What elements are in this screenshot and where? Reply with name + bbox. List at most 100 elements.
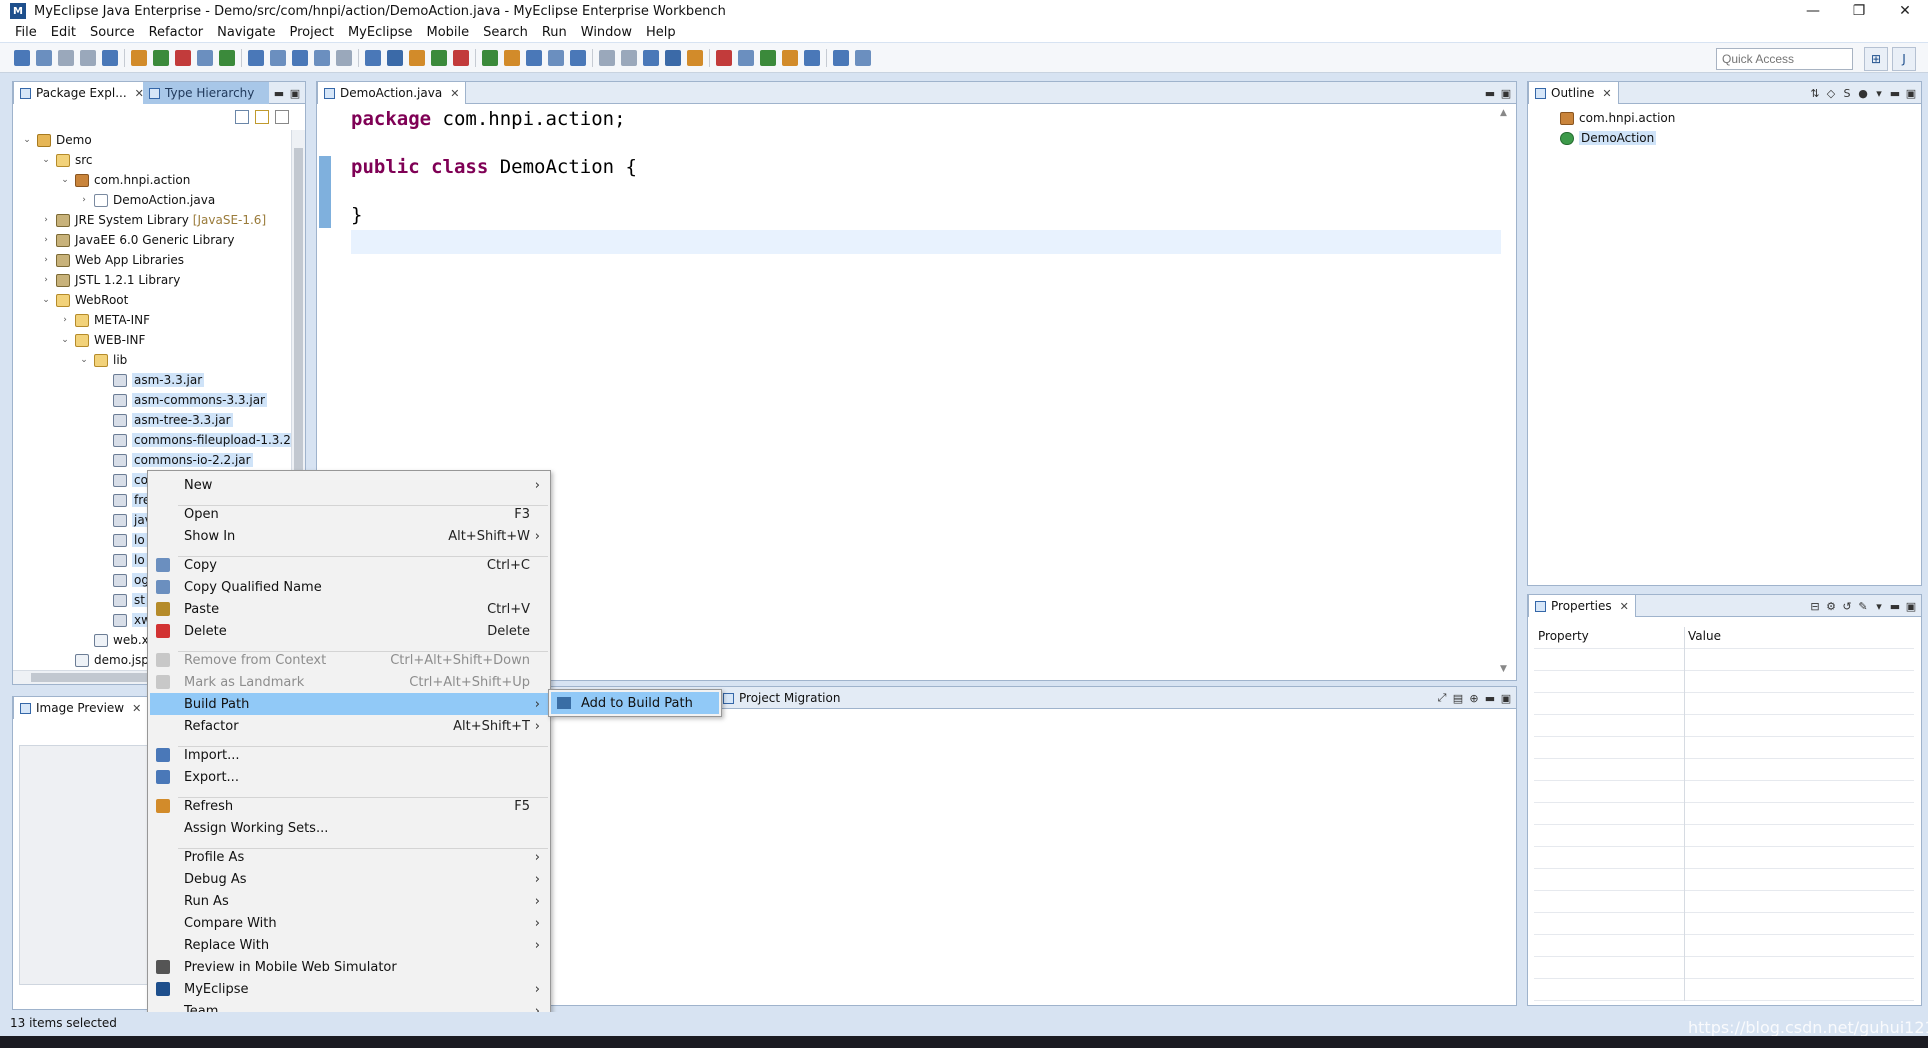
hide-static-icon[interactable]: S — [1839, 85, 1855, 101]
code-line-5[interactable]: } — [351, 204, 362, 226]
menu-item-refresh[interactable]: Refresh F5 — [150, 795, 548, 817]
maximize-view-icon[interactable]: ▣ — [1498, 85, 1514, 101]
outline-item-package[interactable]: com.hnpi.action — [1560, 108, 1675, 128]
toolbar-save-icon[interactable] — [314, 49, 330, 66]
minimize-view-icon[interactable]: ▬ — [271, 85, 287, 101]
toolbar-refresh-icon[interactable] — [548, 49, 564, 66]
toolbar-cut-icon[interactable] — [131, 49, 147, 66]
toolbar-save-all-icon[interactable] — [58, 49, 74, 66]
toolbar-deploy-icon[interactable] — [482, 49, 498, 66]
collapse-all-icon[interactable] — [235, 110, 249, 124]
tree-item[interactable]: ⌄ com.hnpi.action — [59, 170, 190, 190]
tab-type-hierarchy[interactable]: Type Hierarchy — [143, 82, 269, 104]
toolbar-build-icon[interactable] — [248, 49, 264, 66]
expand-toggle-icon[interactable]: ⌄ — [59, 335, 71, 345]
close-button[interactable]: ✕ — [1882, 0, 1928, 22]
menu-item-myeclipse[interactable]: MyEclipse › — [150, 978, 548, 1000]
toolbar-run-icon[interactable] — [431, 49, 447, 66]
pin-icon[interactable]: ⤢ — [1434, 690, 1450, 706]
tab-package-explorer[interactable]: Package Expl... ✕ — [13, 82, 151, 104]
toolbar-refresh-icon[interactable] — [270, 49, 286, 66]
toolbar-save-all-icon[interactable] — [336, 49, 352, 66]
menu-item-new[interactable]: New › — [150, 474, 548, 496]
quick-access-input[interactable] — [1716, 48, 1853, 70]
toolbar-save-icon[interactable] — [855, 49, 871, 66]
expand-toggle-icon[interactable]: ⌄ — [40, 295, 52, 305]
menu-item-paste[interactable]: Paste Ctrl+V — [150, 598, 548, 620]
add-to-build-path-item[interactable]: Add to Build Path — [551, 692, 719, 714]
view-menu-icon[interactable] — [275, 110, 289, 124]
toolbar-debug-icon[interactable] — [175, 49, 191, 66]
toolbar-print-icon[interactable] — [621, 49, 637, 66]
close-icon[interactable]: ✕ — [450, 87, 459, 100]
toolbar-save-icon[interactable] — [36, 49, 52, 66]
toolbar-new-icon[interactable] — [14, 49, 30, 66]
minimize-button[interactable]: — — [1790, 0, 1836, 22]
display-selected-icon[interactable]: ▤ — [1450, 690, 1466, 706]
expand-toggle-icon[interactable]: › — [78, 195, 90, 205]
pin-icon[interactable]: ✎ — [1855, 598, 1871, 614]
tree-item[interactable]: ⌄ src — [40, 150, 92, 170]
sort-icon[interactable]: ⇅ — [1807, 85, 1823, 101]
menu-item-build-path[interactable]: Build Path › — [150, 693, 548, 715]
minimize-view-icon[interactable]: ▬ — [1887, 598, 1903, 614]
tree-item[interactable]: ⌄ WebRoot — [40, 290, 128, 310]
tree-item[interactable]: co — [97, 470, 150, 490]
toolbar-server-icon[interactable] — [197, 49, 213, 66]
toolbar-open-type-icon[interactable] — [643, 49, 659, 66]
minimize-view-icon[interactable]: ▬ — [1887, 85, 1903, 101]
tree-item[interactable]: › JSTL 1.2.1 Library — [40, 270, 180, 290]
toolbar-new-icon[interactable] — [570, 49, 586, 66]
tree-item[interactable]: commons-fileupload-1.3.2 — [97, 430, 293, 450]
code-line-3[interactable]: public class DemoAction { — [351, 156, 637, 178]
tree-item[interactable]: asm-3.3.jar — [97, 370, 205, 390]
scroll-up-arrow[interactable]: ▲ — [1500, 108, 1512, 118]
expand-toggle-icon[interactable]: › — [40, 215, 52, 225]
tree-item[interactable]: › META-INF — [59, 310, 150, 330]
expand-toggle-icon[interactable]: › — [59, 315, 71, 325]
menu-item-import[interactable]: Import... — [150, 744, 548, 766]
menu-edit[interactable]: Edit — [44, 25, 83, 40]
menu-file[interactable]: File — [8, 25, 44, 40]
menu-search[interactable]: Search — [476, 25, 535, 40]
outline-item-class[interactable]: DemoAction — [1560, 128, 1657, 148]
tab-demoaction-java[interactable]: DemoAction.java ✕ — [317, 82, 467, 104]
maximize-view-icon[interactable]: ▣ — [287, 85, 303, 101]
menu-project[interactable]: Project — [282, 25, 340, 40]
tree-item[interactable]: ⌄ lib — [78, 350, 127, 370]
link-with-editor-icon[interactable] — [255, 110, 269, 124]
menu-item-copy[interactable]: Copy Ctrl+C — [150, 554, 548, 576]
close-icon[interactable]: ✕ — [1620, 600, 1629, 613]
menu-help[interactable]: Help — [639, 25, 683, 40]
toolbar-build-icon[interactable] — [804, 49, 820, 66]
open-perspective-icon[interactable]: ⊞ — [1864, 47, 1888, 71]
maximize-button[interactable]: ❐ — [1836, 0, 1882, 22]
tree-item[interactable]: ⌄ WEB-INF — [59, 330, 145, 350]
toolbar-run-icon[interactable] — [153, 49, 169, 66]
menu-refactor[interactable]: Refactor — [142, 25, 211, 40]
toolbar-new-icon[interactable] — [292, 49, 308, 66]
view-menu-icon[interactable]: ▾ — [1871, 85, 1887, 101]
tree-item[interactable]: ⌄ Demo — [21, 130, 91, 150]
toolbar-deploy-icon[interactable] — [219, 49, 235, 66]
toolbar-open-type-icon[interactable] — [365, 49, 381, 66]
toolbar-server-icon[interactable] — [738, 49, 754, 66]
tree-item[interactable]: fre — [97, 490, 153, 510]
tree-item[interactable]: lo — [97, 550, 147, 570]
tree-item[interactable]: asm-commons-3.3.jar — [97, 390, 267, 410]
menu-window[interactable]: Window — [574, 25, 639, 40]
tree-item[interactable]: › JavaEE 6.0 Generic Library — [40, 230, 234, 250]
toolbar-build-icon[interactable] — [526, 49, 542, 66]
tab-properties[interactable]: Properties ✕ — [1528, 595, 1636, 617]
expand-toggle-icon[interactable]: ⌄ — [40, 155, 52, 165]
toolbar-browser-icon[interactable] — [782, 49, 798, 66]
menu-item-debug-as[interactable]: Debug As › — [150, 868, 548, 890]
toolbar-new-icon[interactable] — [833, 49, 849, 66]
toolbar-debug-icon[interactable] — [716, 49, 732, 66]
maximize-view-icon[interactable]: ▣ — [1903, 598, 1919, 614]
tab-image-preview[interactable]: Image Preview ✕ — [13, 697, 149, 719]
toolbar-save-all-icon[interactable] — [599, 49, 615, 66]
toolbar-debug-icon[interactable] — [453, 49, 469, 66]
menu-item-replace-with[interactable]: Replace With › — [150, 934, 548, 956]
toolbar-cut-icon[interactable] — [409, 49, 425, 66]
